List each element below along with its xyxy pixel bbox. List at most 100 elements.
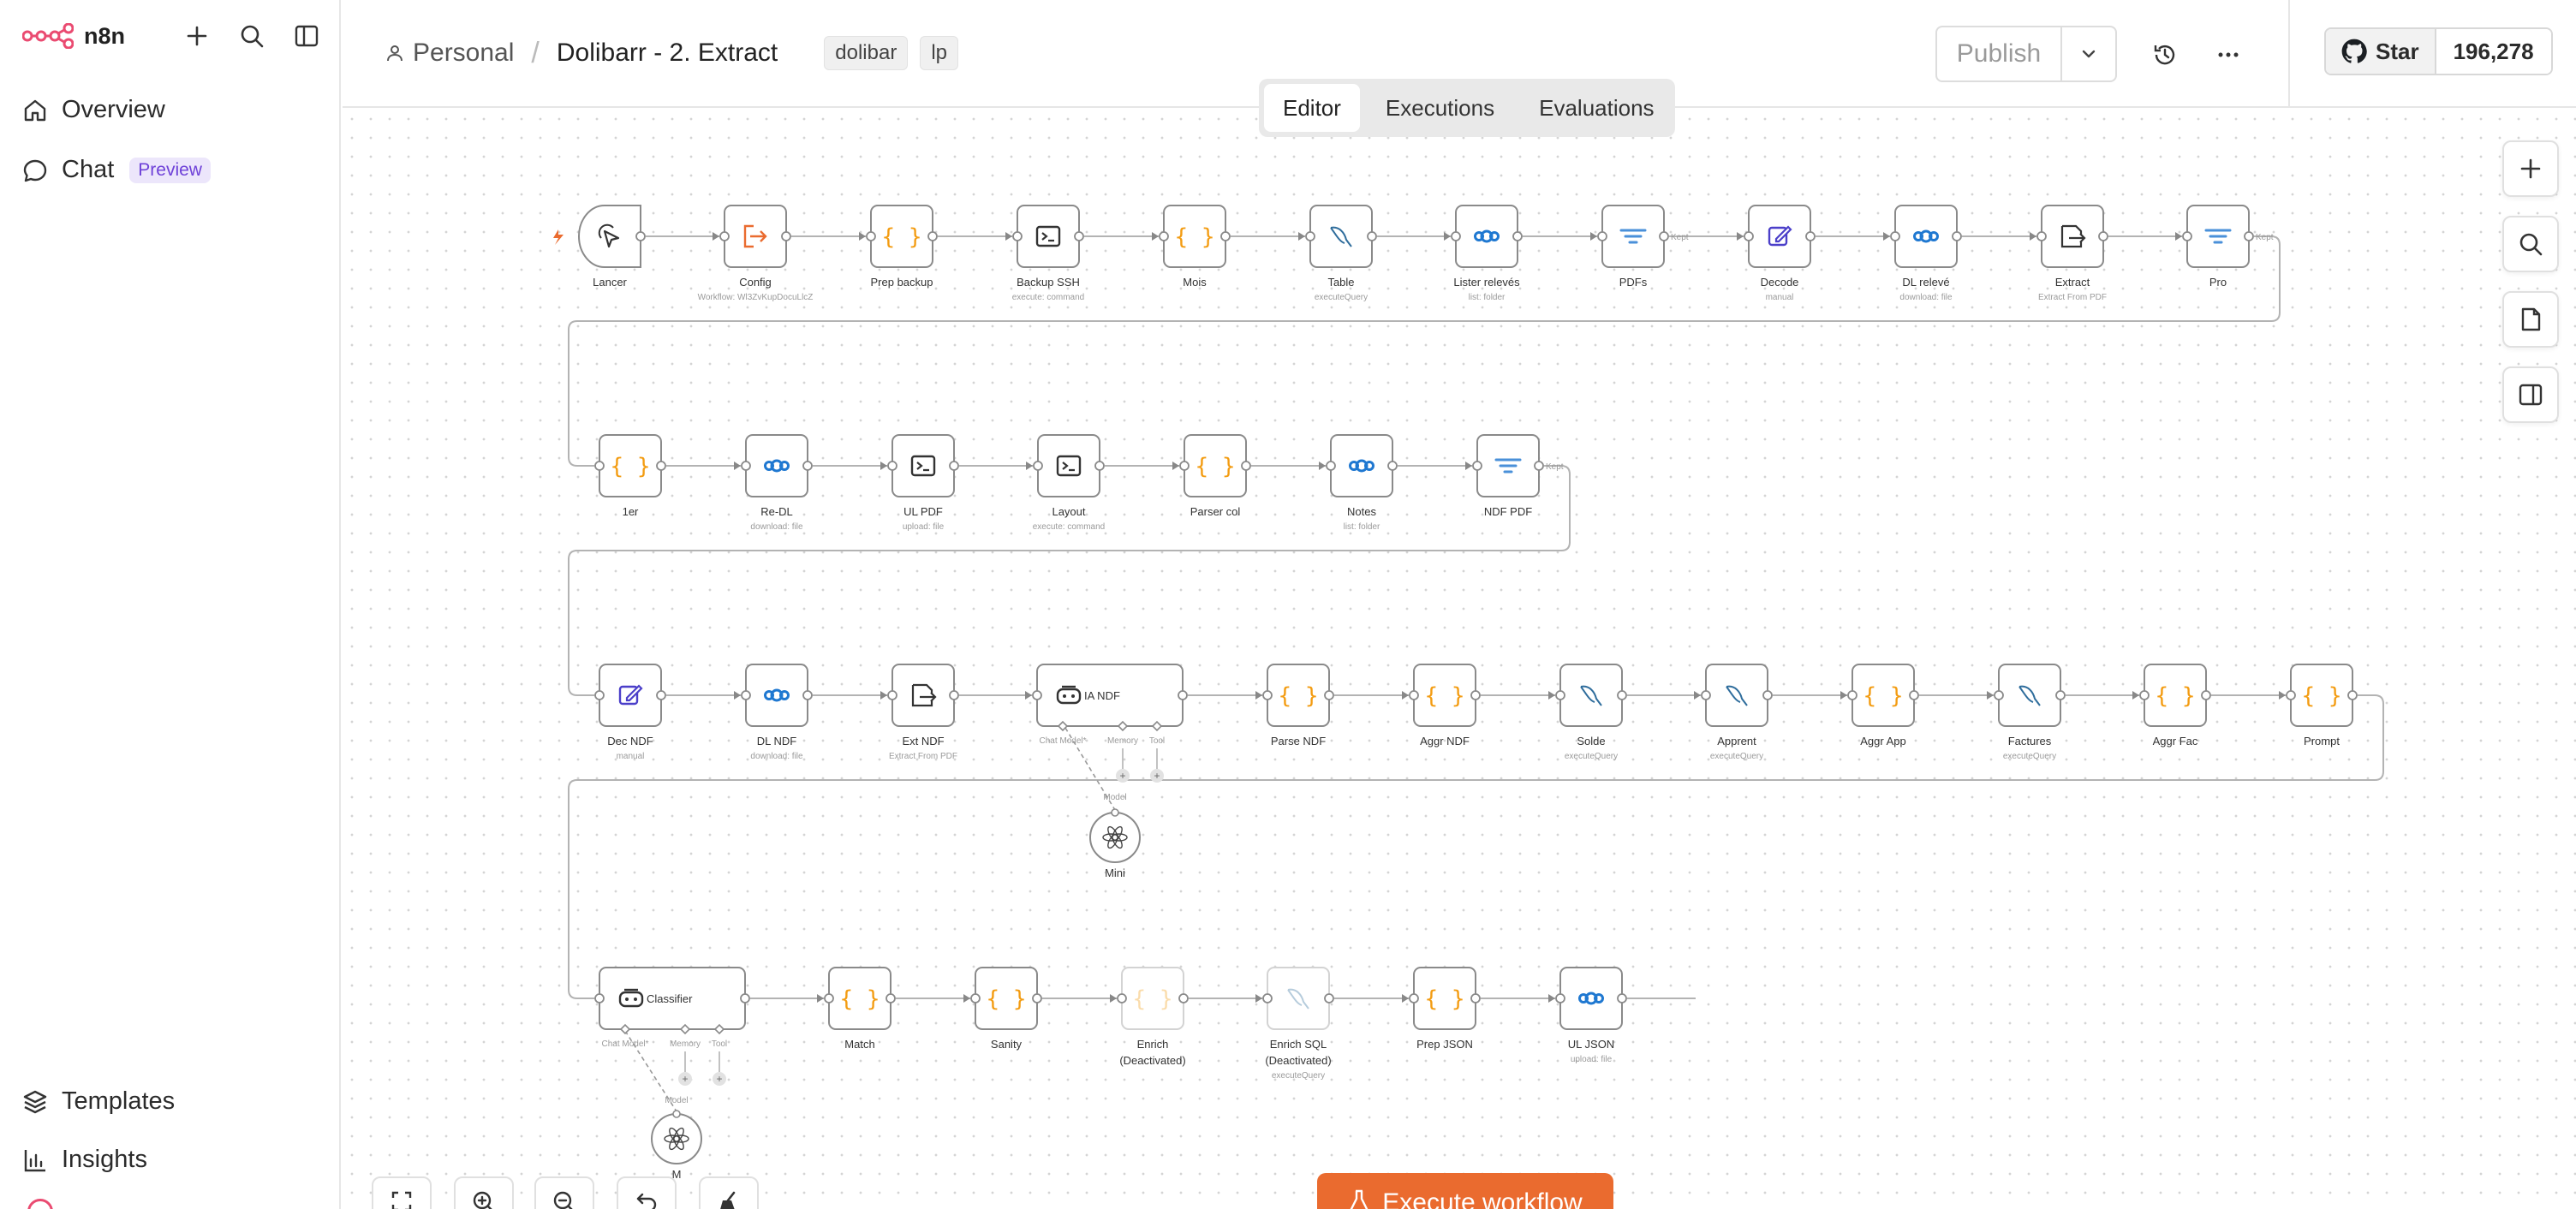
node-redl[interactable]: Re-DL download: file: [741, 434, 813, 532]
node-mini[interactable]: Mini: [1089, 808, 1141, 879]
node-input-handle[interactable]: [1701, 690, 1711, 700]
publish-button[interactable]: Publish: [1935, 26, 2062, 82]
node-layout[interactable]: Layout execute: command: [1033, 434, 1106, 532]
node-input-handle[interactable]: [1451, 231, 1461, 241]
node-lancer[interactable]: Lancer: [553, 205, 646, 289]
connection[interactable]: [568, 465, 1571, 696]
node-input-handle[interactable]: [1409, 690, 1419, 700]
node-output-handle[interactable]: [1617, 993, 1627, 1004]
node-ulpdf[interactable]: UL PDF upload: file: [887, 434, 959, 532]
node-mois[interactable]: { } Mois: [1159, 205, 1231, 289]
search-button[interactable]: [235, 19, 269, 53]
node-output-handle[interactable]: [1805, 231, 1816, 241]
node-output-handle[interactable]: [886, 993, 896, 1004]
node-input-handle[interactable]: [1597, 231, 1607, 241]
node-output-handle[interactable]: [1178, 993, 1189, 1004]
node-output-handle[interactable]: [949, 690, 959, 700]
node-decndf[interactable]: Dec NDF manual: [594, 664, 666, 761]
node-input-handle[interactable]: [970, 993, 981, 1004]
tab-evaluations[interactable]: Evaluations: [1520, 84, 1673, 132]
node-n1er[interactable]: { } 1er: [594, 434, 666, 518]
node-input-handle[interactable]: [1890, 231, 1900, 241]
node-output-handle[interactable]: [1220, 231, 1231, 241]
node-input-handle[interactable]: [594, 690, 605, 700]
node-input-handle[interactable]: [1555, 690, 1565, 700]
node-output-handle[interactable]: [1952, 231, 1962, 241]
node-input-handle[interactable]: [1847, 690, 1857, 700]
node-extndf[interactable]: Ext NDF Extract From PDF: [887, 664, 959, 761]
node-factures[interactable]: Factures executeQuery: [1994, 664, 2066, 761]
node-dlreleve[interactable]: DL relevé download: file: [1890, 205, 1962, 302]
node-input-handle[interactable]: [672, 1110, 681, 1118]
more-options-button[interactable]: [2209, 36, 2247, 74]
node-input-handle[interactable]: [1179, 461, 1190, 471]
node-input-handle[interactable]: [1117, 993, 1127, 1004]
node-output-handle[interactable]: [2244, 231, 2254, 241]
node-output-handle[interactable]: [1032, 993, 1042, 1004]
node-output-handle[interactable]: [781, 231, 791, 241]
sidebar-item-overview[interactable]: Overview: [22, 96, 165, 124]
node-dlndf[interactable]: DL NDF download: file: [741, 664, 813, 761]
node-input-handle[interactable]: [2036, 231, 2047, 241]
node-output-handle[interactable]: [1617, 690, 1627, 700]
user-avatar[interactable]: [27, 1199, 53, 1209]
node-input-handle[interactable]: [2139, 690, 2150, 700]
node-input-handle[interactable]: [1262, 993, 1273, 1004]
node-output-handle[interactable]: [1324, 690, 1334, 700]
node-prepjson[interactable]: { } Prep JSON: [1409, 967, 1481, 1051]
node-input-handle[interactable]: [1033, 461, 1043, 471]
node-input-handle[interactable]: [1012, 231, 1023, 241]
node-output-handle[interactable]: [949, 461, 959, 471]
node-pdfs[interactable]: Kept PDFs: [1597, 205, 1689, 289]
publish-dropdown-button[interactable]: [2060, 26, 2117, 82]
node-notes[interactable]: Notes list: folder: [1326, 434, 1398, 532]
node-table[interactable]: Table executeQuery: [1305, 205, 1377, 302]
node-output-handle[interactable]: [1512, 231, 1523, 241]
node-output-handle[interactable]: [1470, 690, 1481, 700]
undo-button[interactable]: [617, 1176, 677, 1209]
node-output-handle[interactable]: [1534, 461, 1544, 471]
node-enrich[interactable]: { } Enrich (Deactivated): [1117, 967, 1189, 1067]
node-input-handle[interactable]: [1744, 231, 1754, 241]
node-input-handle[interactable]: [1111, 808, 1119, 817]
node-input-handle[interactable]: [1555, 993, 1565, 1004]
sidebar-item-chat[interactable]: Chat Preview: [22, 156, 211, 184]
brand[interactable]: n8n: [22, 19, 125, 53]
node-output-handle[interactable]: [802, 461, 813, 471]
breadcrumb-project[interactable]: Personal: [385, 39, 514, 68]
workflow-title[interactable]: Dolibarr - 2. Extract: [557, 39, 778, 68]
node-sanity[interactable]: { } Sanity: [970, 967, 1042, 1051]
node-output-handle[interactable]: [1074, 231, 1084, 241]
node-output-handle[interactable]: [1094, 461, 1105, 471]
search-nodes-button[interactable]: [2502, 216, 2559, 272]
node-output-handle[interactable]: [1762, 690, 1773, 700]
node-aggrndf[interactable]: { } Aggr NDF: [1409, 664, 1481, 747]
tag-lp[interactable]: lp: [920, 36, 958, 70]
zoom-out-button[interactable]: [534, 1176, 594, 1209]
node-enrichsql[interactable]: Enrich SQL (Deactivated) executeQuery: [1262, 967, 1334, 1081]
github-star-count[interactable]: 196,278: [2436, 29, 2551, 74]
sticky-note-button[interactable]: [2502, 291, 2559, 348]
sidebar-item-insights[interactable]: Insights: [22, 1146, 147, 1174]
node-output-handle[interactable]: [1470, 993, 1481, 1004]
workflow-graph[interactable]: Lancer Config Workflow: Wl3ZvKupDocuLlcZ { …: [343, 110, 2576, 1209]
node-prompt[interactable]: { } Prompt: [2286, 664, 2358, 747]
tidy-up-button[interactable]: [699, 1176, 759, 1209]
node-output-handle[interactable]: [2055, 690, 2066, 700]
node-input-handle[interactable]: [887, 461, 897, 471]
node-apprent[interactable]: Apprent executeQuery: [1701, 664, 1773, 761]
add-node-button[interactable]: [2502, 140, 2559, 197]
node-input-handle[interactable]: [824, 993, 834, 1004]
node-input-handle[interactable]: [887, 690, 897, 700]
node-input-handle[interactable]: [1994, 690, 2004, 700]
node-output-handle[interactable]: [1387, 461, 1398, 471]
node-uljson[interactable]: UL JSON upload: file: [1555, 967, 1627, 1064]
node-input-handle[interactable]: [1305, 231, 1315, 241]
node-output-handle[interactable]: [656, 690, 666, 700]
node-parsendf[interactable]: { } Parse NDF: [1262, 664, 1334, 747]
node-output-handle[interactable]: [1178, 690, 1188, 700]
tab-editor[interactable]: Editor: [1264, 84, 1360, 132]
node-input-handle[interactable]: [1262, 690, 1273, 700]
node-parsercol[interactable]: { } Parser col: [1179, 434, 1251, 518]
node-output-handle[interactable]: [2347, 690, 2358, 700]
